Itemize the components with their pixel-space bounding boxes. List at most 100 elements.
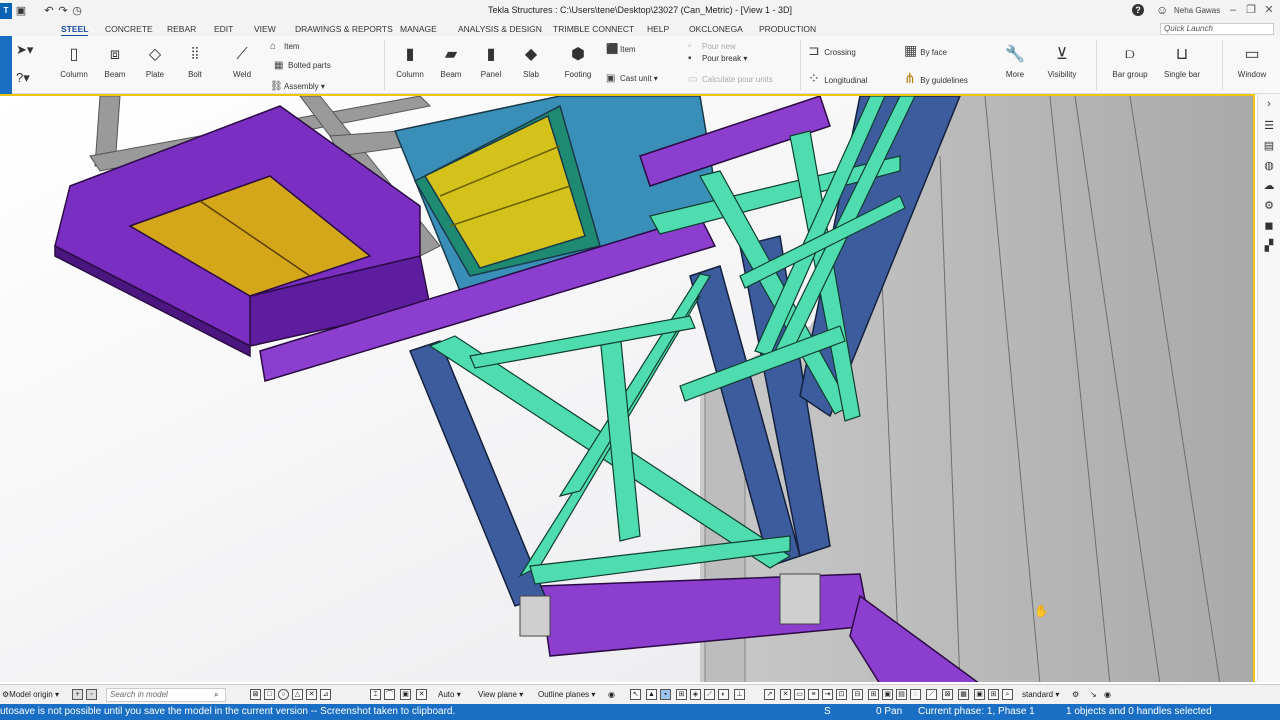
query-icon[interactable]: ?▾ xyxy=(16,70,30,86)
model-view-3d[interactable]: ✋ xyxy=(0,94,1255,682)
snap-edge-icon[interactable]: ▭ xyxy=(794,689,805,700)
steel-plate-button[interactable]: ◇ Plate xyxy=(140,44,170,79)
tab-view[interactable]: VIEW xyxy=(254,23,276,35)
concrete-footing-button[interactable]: ⬢ Footing xyxy=(560,44,596,79)
tab-production[interactable]: PRODUCTION xyxy=(759,23,816,35)
single-bar-button[interactable]: ⊔ Single bar xyxy=(1160,44,1204,79)
concrete-item-button[interactable]: ⬛ Item xyxy=(606,44,636,55)
redo-icon[interactable]: ↷ xyxy=(56,4,70,18)
auto-dropdown[interactable]: Auto ▾ xyxy=(438,688,461,702)
concrete-slab-button[interactable]: ◆ Slab xyxy=(516,44,546,79)
longitudinal-button[interactable]: ⁘ Longitudinal xyxy=(808,70,867,87)
snap-grid-icon[interactable]: ≡ xyxy=(808,689,819,700)
snap-point-icon[interactable]: ▲ xyxy=(646,689,657,700)
snap-part-icon[interactable]: ▣ xyxy=(882,689,893,700)
window-button[interactable]: ▭ Window xyxy=(1232,44,1272,79)
tab-help[interactable]: HELP xyxy=(647,23,669,35)
select-arrow-icon[interactable]: ➤▾ xyxy=(16,42,33,58)
tab-analysis-design[interactable]: ANALYSIS & DESIGN xyxy=(458,23,542,35)
snap-intersection-icon[interactable]: ◐ xyxy=(718,689,729,700)
cube-icon[interactable]: ◼ xyxy=(1261,218,1277,234)
search-icon[interactable]: ⌕ xyxy=(214,688,218,702)
select-parts-icon[interactable]: □ xyxy=(264,689,275,700)
snap-line-icon[interactable]: ⌒ xyxy=(384,689,395,700)
catalog-icon[interactable]: ▤ xyxy=(1261,138,1277,154)
select-weld-icon[interactable]: ⊿ xyxy=(320,689,331,700)
tab-okclonega[interactable]: OKCLONEGA xyxy=(689,23,743,35)
view-plane-dropdown[interactable]: View plane ▾ xyxy=(478,688,523,702)
steel-weld-button[interactable]: ⟋ Weld xyxy=(226,44,258,79)
steel-item-button[interactable]: ⌂ Item xyxy=(270,41,300,52)
concrete-beam-button[interactable]: ▰ Beam xyxy=(436,44,466,79)
expand-panel-icon[interactable]: › xyxy=(1261,96,1277,112)
tab-edit[interactable]: EDIT xyxy=(214,23,233,35)
snap-overlay-icon[interactable]: ▣ xyxy=(974,689,985,700)
more-button[interactable]: 🔧 More xyxy=(1000,44,1030,79)
settings-gear-icon[interactable]: ⚙ xyxy=(1072,688,1079,702)
origin-remove-icon[interactable]: ▫ xyxy=(86,689,97,700)
steel-bolt-button[interactable]: ⦙⦙ Bolt xyxy=(180,44,210,79)
select-triangle-icon[interactable]: △ xyxy=(292,689,303,700)
snap-3d-icon[interactable]: ⊞ xyxy=(868,689,879,700)
snap-mid-icon[interactable]: ◈ xyxy=(690,689,701,700)
cast-unit-button[interactable]: ▣ Cast unit ▾ xyxy=(606,73,658,84)
snap-phase-icon[interactable]: ⊞ xyxy=(988,689,999,700)
snap-end-icon[interactable]: ▪ xyxy=(660,689,671,700)
snap-bolt-icon[interactable]: ▤ xyxy=(896,689,907,700)
visibility-button[interactable]: ⊻ Visibility xyxy=(1044,44,1080,79)
history-icon[interactable]: ◷ xyxy=(70,4,84,18)
snap-box-icon[interactable]: ▣ xyxy=(400,689,411,700)
tab-trimble-connect[interactable]: TRIMBLE CONNECT xyxy=(553,23,634,35)
assembly-button[interactable]: ⛓Assembly ▾ xyxy=(270,81,325,92)
tekla-logo-icon[interactable]: T xyxy=(0,3,12,19)
gear-icon[interactable]: ⚙ xyxy=(1261,198,1277,214)
select-cross-icon[interactable]: ✕ xyxy=(306,689,317,700)
cloud-icon[interactable]: ☁ xyxy=(1261,178,1277,194)
snap-any-icon[interactable]: ✕ xyxy=(780,689,791,700)
save-icon[interactable]: ▣ xyxy=(14,4,28,18)
maximize-icon[interactable]: ❐ xyxy=(1244,3,1258,17)
tab-manage[interactable]: MANAGE xyxy=(400,23,437,35)
components-icon[interactable]: ▞ xyxy=(1261,238,1277,254)
snap-perp-icon[interactable]: ⊥ xyxy=(734,689,745,700)
eye-icon[interactable]: ◉ xyxy=(608,688,615,702)
globe-icon[interactable]: ◍ xyxy=(1261,158,1277,174)
property-icon[interactable]: ☰ xyxy=(1261,118,1277,134)
standard-dropdown[interactable]: standard ▾ xyxy=(1022,688,1059,702)
by-face-button[interactable]: ▦ By face xyxy=(904,42,947,59)
snap-rebar-icon[interactable]: ⟋ xyxy=(926,689,937,700)
snap-zoom-icon[interactable]: ⌕ xyxy=(1002,689,1013,700)
select-all-icon[interactable]: ⊠ xyxy=(250,689,261,700)
status-phase[interactable]: Current phase: 1, Phase 1 xyxy=(918,704,1035,720)
calculate-pour-units-button[interactable]: ▭ Calculate pour units xyxy=(688,74,773,85)
tab-concrete[interactable]: CONCRETE xyxy=(105,23,153,35)
snap-refmodel-icon[interactable]: ⊠ xyxy=(942,689,953,700)
user-name[interactable]: Neha Gawas xyxy=(1174,6,1220,15)
steel-column-button[interactable]: ▯ Column xyxy=(58,44,90,79)
minimize-icon[interactable]: – xyxy=(1226,3,1240,17)
bar-group-button[interactable]: ⫐ Bar group xyxy=(1108,44,1152,79)
tab-rebar[interactable]: REBAR xyxy=(167,23,196,35)
snap-plane-icon[interactable]: ⊟ xyxy=(852,689,863,700)
snap-weld-icon[interactable]: ◌ xyxy=(910,689,921,700)
steel-beam-button[interactable]: ⧈ Beam xyxy=(100,44,130,79)
undo-icon[interactable]: ↶ xyxy=(42,4,56,18)
snap-center-icon[interactable]: ⊞ xyxy=(676,689,687,700)
outline-planes-dropdown[interactable]: Outline planes ▾ xyxy=(538,688,595,702)
model-origin-dropdown[interactable]: ⚙Model origin ▾ xyxy=(2,688,59,702)
snap-icon[interactable]: ⌶ xyxy=(370,689,381,700)
snap-extend-icon[interactable]: ⇥ xyxy=(822,689,833,700)
select-circle-icon[interactable]: ○ xyxy=(278,689,289,700)
crossing-button[interactable]: ⊐ Crossing xyxy=(808,42,856,59)
3d-model-render[interactable] xyxy=(0,96,1255,682)
by-guidelines-button[interactable]: ⋔ By guidelines xyxy=(904,70,968,87)
user-icon[interactable]: ☺ xyxy=(1156,3,1168,17)
concrete-panel-button[interactable]: ▮ Panel xyxy=(476,44,506,79)
tab-steel[interactable]: STEEL xyxy=(61,23,89,37)
tab-drawings-reports[interactable]: DRAWINGS & REPORTS xyxy=(295,23,393,35)
arrows-icon[interactable]: ↘ xyxy=(1090,688,1097,702)
concrete-column-button[interactable]: ▮ Column xyxy=(394,44,426,79)
pour-new-button[interactable]: ▫ Pour new xyxy=(688,41,736,52)
quick-launch-input[interactable]: Quick Launch xyxy=(1160,23,1274,35)
snap-geometry-icon[interactable]: ⊡ xyxy=(836,689,847,700)
